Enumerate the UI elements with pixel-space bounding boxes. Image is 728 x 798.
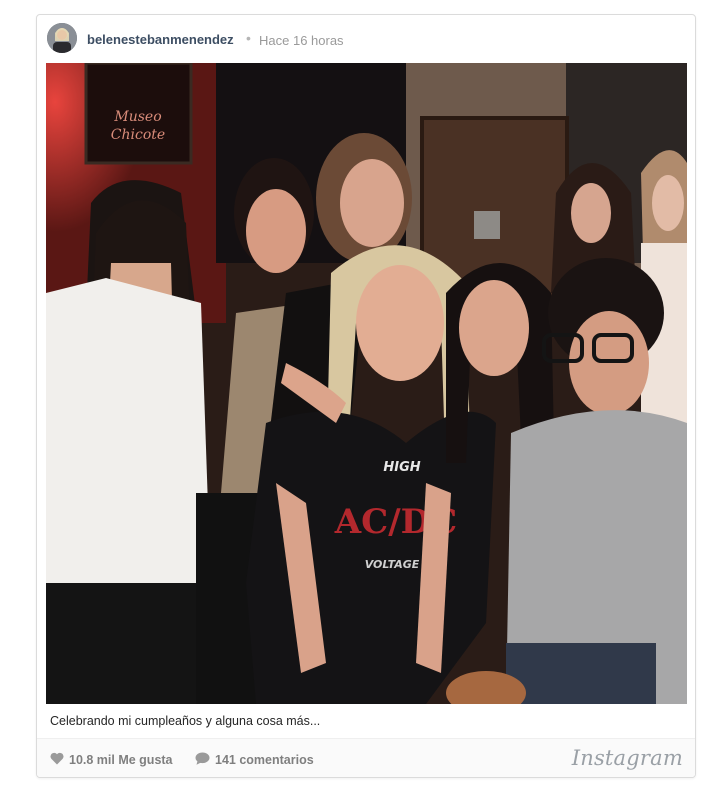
museo-chicote-sign: Museo Chicote	[84, 63, 193, 165]
shirt-print-bottom: VOLTAGE	[365, 558, 420, 571]
instagram-logo[interactable]: Instagram	[572, 746, 683, 770]
heart-icon	[50, 752, 64, 768]
avatar[interactable]	[47, 23, 77, 53]
likes-label: 10.8 mil Me gusta	[69, 753, 173, 767]
shirt-print-top: HIGH	[383, 460, 420, 475]
meta-separator: •	[246, 30, 251, 46]
comments-label: 141 comentarios	[215, 753, 314, 767]
post-caption: Celebrando mi cumpleaños y alguna cosa m…	[50, 714, 321, 728]
post-footer: 10.8 mil Me gusta 141 comentarios Instag…	[37, 738, 695, 777]
comments-count[interactable]: 141 comentarios	[195, 752, 314, 768]
post-header: belenestebanmenendez • Hace 16 horas	[37, 15, 695, 63]
sign-line-1: Museo	[113, 109, 161, 125]
sign-line-2: Chicote	[111, 127, 165, 143]
post-timestamp[interactable]: Hace 16 horas	[259, 33, 344, 48]
username-link[interactable]: belenestebanmenendez	[87, 32, 234, 47]
speech-bubble-icon	[195, 752, 210, 768]
instagram-embed-card: belenestebanmenendez • Hace 16 horas Mus…	[36, 14, 696, 778]
likes-count[interactable]: 10.8 mil Me gusta	[50, 752, 173, 768]
post-photo[interactable]: Museo Chicote HIGH AC/DC VOLTAGE	[46, 63, 687, 704]
